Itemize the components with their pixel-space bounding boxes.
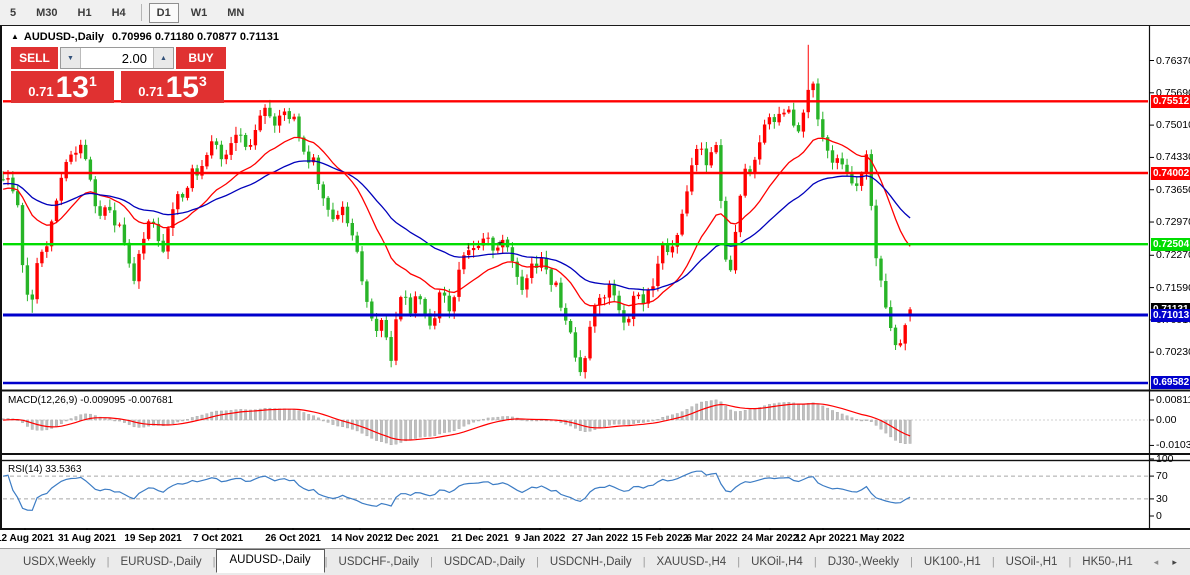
chart-tab-usdchf-daily[interactable]: USDCHF-,Daily xyxy=(328,551,431,573)
date-axis-label: 6 Mar 2022 xyxy=(686,533,738,544)
level-price-badge: 0.71013 xyxy=(1151,308,1190,322)
rsi-tick-label: 70 xyxy=(1156,470,1168,483)
price-tick-label: 0.71590 xyxy=(1156,281,1190,294)
price-tick-label: 0.74330 xyxy=(1156,151,1190,164)
symbol-tabbar: USDX,Weekly | EURUSD-,Daily | AUDUSD-,Daily |… xyxy=(0,548,1190,575)
date-axis-label: 19 Sep 2021 xyxy=(124,533,182,544)
chart-ohlc-values: 0.70996 0.71180 0.70877 0.71131 xyxy=(112,31,280,43)
timeframe-button-d1[interactable]: D1 xyxy=(148,2,179,23)
chart-tab-ukoil-h4[interactable]: UKOil-,H4 xyxy=(740,551,814,573)
sell-button[interactable]: SELL xyxy=(11,47,58,69)
sell-price-prefix: 0.71 xyxy=(28,84,54,99)
chart-tab-usdcnh-daily[interactable]: USDCNH-,Daily xyxy=(539,551,643,573)
panel-separator xyxy=(0,453,1190,455)
macd-tick-label: 0.00 xyxy=(1156,414,1177,426)
buy-price-point: 3 xyxy=(198,73,207,89)
date-axis-label: 26 Oct 2021 xyxy=(265,533,321,544)
one-click-trading-widget: SELL ▼ 2.00 ▲ BUY 0.71 13 1 0.71 15 3 xyxy=(11,47,226,103)
chart-tab-audusd-daily[interactable]: AUDUSD-,Daily xyxy=(215,549,325,573)
tab-scroll-left-icon[interactable]: ◂ xyxy=(1154,557,1159,568)
sell-price-point: 1 xyxy=(88,73,97,89)
panel-separator xyxy=(0,389,1190,392)
date-axis-label: 24 Mar 2022 xyxy=(741,533,799,544)
volume-stepper: ▼ 2.00 ▲ xyxy=(60,47,174,69)
toolbar-divider xyxy=(140,4,142,21)
chart-tab-dj30-weekly[interactable]: DJ30-,Weekly xyxy=(817,551,910,573)
buy-price-pips: 15 xyxy=(165,71,199,104)
level-price-badge: 0.75512 xyxy=(1151,94,1190,108)
date-axis-label: 12 Aug 2021 xyxy=(0,533,54,544)
tab-scroll-right-icon[interactable]: ▸ xyxy=(1172,557,1177,568)
price-tick-label: 0.75010 xyxy=(1156,119,1190,132)
rsi-line xyxy=(3,470,911,511)
chart-tab-xauusd-h4[interactable]: XAUUSD-,H4 xyxy=(646,551,738,573)
date-axis-label: 21 Dec 2021 xyxy=(451,533,509,544)
date-axis-label: 14 Nov 2021 xyxy=(331,533,389,544)
sell-price-box[interactable]: 0.71 13 1 xyxy=(11,71,114,103)
date-axis-label: 31 Aug 2021 xyxy=(58,533,116,544)
timeframe-button-h1[interactable]: H1 xyxy=(70,3,100,23)
chart-collapse-icon[interactable]: ▲ xyxy=(11,32,19,41)
price-tick-label: 0.72970 xyxy=(1156,216,1190,229)
chart-tab-usdcad-daily[interactable]: USDCAD-,Daily xyxy=(433,551,536,573)
chart-title: ▲ AUDUSD-,Daily 0.70996 0.71180 0.70877 0.… xyxy=(11,31,279,43)
price-tick-label: 0.76370 xyxy=(1156,54,1190,67)
timeframe-button-w1[interactable]: W1 xyxy=(183,3,216,23)
date-axis-label: 27 Jan 2022 xyxy=(571,533,629,544)
trading-terminal-window: 5 M30 H1 H4 D1 W1 MN ↓ + ▲ AUDUSD-,Daily 0.70996 … xyxy=(0,0,1190,575)
macd-tick-label: 0.00811 xyxy=(1156,394,1190,406)
timeframe-button-mn[interactable]: MN xyxy=(219,3,252,23)
buy-price-prefix: 0.71 xyxy=(138,84,164,99)
sell-price-pips: 13 xyxy=(55,71,89,104)
level-price-badge: 0.69582 xyxy=(1151,376,1190,390)
chart-tab-usdx-weekly[interactable]: USDX,Weekly xyxy=(12,551,107,573)
rsi-tick-label: 100 xyxy=(1156,453,1174,465)
date-axis-label: 9 Jan 2022 xyxy=(514,533,566,544)
panel-separator xyxy=(0,528,1190,530)
price-tick-label: 0.70230 xyxy=(1156,346,1190,359)
chart-marker-icon: ↓ xyxy=(466,240,471,251)
chart-symbol-label: AUDUSD-,Daily xyxy=(23,31,104,43)
timeframe-button-5[interactable]: 5 xyxy=(2,3,24,23)
rsi-indicator-label: RSI(14) 33.5363 xyxy=(8,464,82,475)
timeframe-button-h4[interactable]: H4 xyxy=(104,3,134,23)
buy-button[interactable]: BUY xyxy=(176,47,226,69)
rsi-tick-label: 0 xyxy=(1156,510,1162,522)
chart-tab-eurusd-daily[interactable]: EURUSD-,Daily xyxy=(110,551,213,573)
timeframe-toolbar: 5 M30 H1 H4 D1 W1 MN xyxy=(0,0,1190,25)
date-axis-label: 15 Feb 2022 xyxy=(631,533,689,544)
chart-tab-usoil-h1[interactable]: USOil-,H1 xyxy=(995,551,1069,573)
volume-increase-icon[interactable]: ▲ xyxy=(153,48,173,68)
chart-marker-icon: + xyxy=(497,238,503,249)
date-axis-label: 1 May 2022 xyxy=(851,533,905,544)
timeframe-button-m30[interactable]: M30 xyxy=(28,3,65,23)
buy-price-box[interactable]: 0.71 15 3 xyxy=(121,71,224,103)
volume-decrease-icon[interactable]: ▼ xyxy=(61,48,81,68)
chart-tab-hk50-h1[interactable]: HK50-,H1 xyxy=(1071,551,1144,573)
price-tick-label: 0.72270 xyxy=(1156,249,1190,262)
date-axis-label: 2 Dec 2021 xyxy=(387,533,439,544)
price-tick-label: 0.73650 xyxy=(1156,183,1190,196)
panel-separator xyxy=(0,459,1190,462)
level-price-badge: 0.74002 xyxy=(1151,166,1190,180)
macd-indicator-label: MACD(12,26,9) -0.009095 -0.007681 xyxy=(8,395,174,406)
rsi-tick-label: 30 xyxy=(1156,492,1168,505)
level-price-badge: 0.72504 xyxy=(1151,237,1190,251)
chart-tab-uk100-h1[interactable]: UK100-,H1 xyxy=(913,551,992,573)
date-axis-label: 12 Apr 2022 xyxy=(795,533,851,544)
date-axis-label: 7 Oct 2021 xyxy=(192,533,244,544)
volume-input[interactable]: 2.00 xyxy=(81,48,153,68)
macd-tick-label: -0.01031 xyxy=(1156,439,1190,452)
